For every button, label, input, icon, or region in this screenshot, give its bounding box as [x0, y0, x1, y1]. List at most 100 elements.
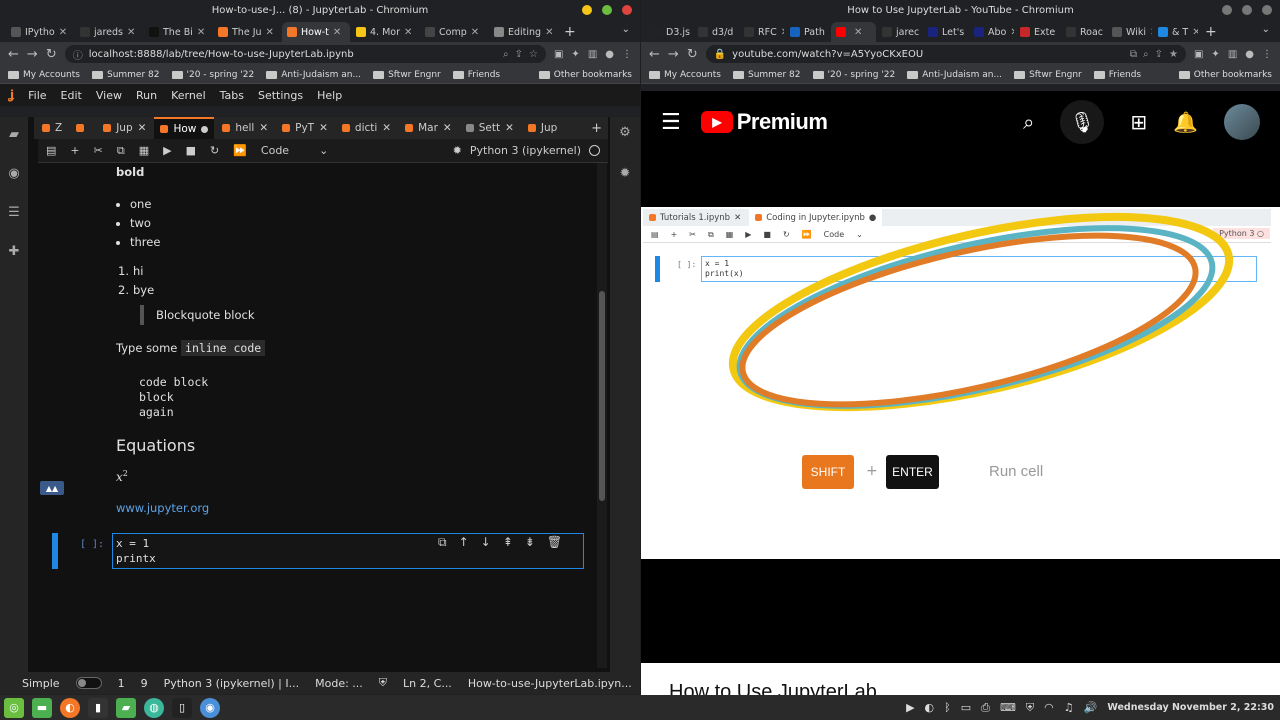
notifications-bell-icon[interactable]: 🔔 — [1173, 110, 1198, 134]
insert-above-icon[interactable]: ⇞ — [503, 535, 513, 550]
bookmark-folder[interactable]: Summer 82 — [732, 70, 801, 80]
hamburger-menu-icon[interactable]: ☰ — [661, 110, 681, 135]
new-tab-button[interactable]: + — [558, 22, 582, 42]
toc-icon[interactable]: ☰ — [8, 205, 20, 220]
wifi-icon[interactable]: ◠ — [1044, 701, 1054, 714]
browser-tab[interactable]: jareds ✕ — [75, 22, 143, 42]
tab-close-icon[interactable]: ✕ — [545, 27, 553, 38]
bookmark-folder[interactable]: Anti-Judaism an... — [907, 70, 1002, 80]
save-icon[interactable]: ▤ — [46, 144, 56, 157]
app-icon[interactable]: ◍ — [144, 697, 164, 718]
reload-icon[interactable]: ↻ — [687, 47, 698, 62]
puzzle-icon[interactable]: ✦ — [1211, 49, 1219, 60]
terminal-count[interactable]: 1 — [118, 677, 125, 690]
tab-close-icon[interactable]: ✕ — [1010, 27, 1014, 38]
sidepanel-icon[interactable]: ▥ — [1228, 49, 1237, 60]
keyboard-icon[interactable]: ⌨ — [1000, 701, 1016, 714]
bookmark-folder[interactable]: Friends — [1093, 70, 1141, 80]
browser-tab[interactable]: Editing ✕ — [489, 22, 557, 42]
tab-close-icon[interactable]: ✕ — [319, 122, 328, 134]
cell-type-select[interactable]: Code ⌄ — [261, 144, 328, 157]
notebook-scrollbar[interactable] — [597, 163, 607, 668]
search-icon[interactable]: ⌕ — [1023, 110, 1034, 134]
tab-close-icon[interactable]: ✕ — [505, 122, 514, 134]
forward-icon[interactable]: → — [27, 47, 38, 62]
collapse-badge[interactable]: ▲▲ — [40, 481, 64, 495]
tab-close-icon[interactable]: ✕ — [382, 122, 391, 134]
puzzle-icon[interactable]: ✦ — [571, 49, 579, 60]
battery-icon[interactable]: ▭ — [961, 701, 971, 714]
bookmark-folder[interactable]: Sftwr Engnr — [373, 70, 441, 80]
browser-tab[interactable]: & T ✕ — [1153, 22, 1198, 42]
menu-settings[interactable]: Settings — [258, 89, 303, 102]
bookmark-folder[interactable]: My Accounts — [8, 70, 80, 80]
bookmark-folder[interactable]: Anti-Judaism an... — [266, 70, 361, 80]
scrollbar-thumb[interactable] — [599, 291, 605, 501]
chromium-icon[interactable]: ◉ — [200, 697, 220, 718]
copy-icon[interactable]: ⧉ — [117, 144, 125, 158]
app-tray-icon[interactable]: ◐ — [925, 701, 935, 714]
firefox-icon[interactable]: ◐ — [60, 697, 80, 718]
browser-tab[interactable]: Roac ✕ — [1061, 22, 1106, 42]
youtube-logo[interactable]: ▶ Premium — [700, 109, 828, 135]
bookmark-folder[interactable]: '20 - spring '22 — [171, 70, 254, 80]
back-icon[interactable]: ← — [649, 47, 660, 62]
browser-tab[interactable]: Exte✕ — [1015, 22, 1060, 42]
tab-close-icon[interactable]: ✕ — [259, 122, 268, 134]
lock-icon[interactable]: 🔒 — [714, 49, 726, 60]
document-tab[interactable]: Mar ✕ — [399, 117, 458, 139]
clock[interactable]: Wednesday November 2, 22:30 — [1107, 702, 1274, 713]
delete-cell-icon[interactable]: 🗑 — [547, 535, 562, 550]
cut-icon[interactable]: ✂ — [94, 144, 103, 157]
kernel-indicator[interactable]: ✹ Python 3 (ipykernel) — [453, 144, 608, 157]
browser-tab[interactable]: Wiki ✕ — [1107, 22, 1152, 42]
add-launcher-button[interactable]: + — [591, 121, 608, 136]
browser-tab[interactable]: d3/d✕ — [693, 22, 738, 42]
kernel-status[interactable]: Python 3 (ipykernel) | I... — [164, 677, 300, 690]
paste-icon[interactable]: ▦ — [139, 144, 149, 157]
extension-manager-icon[interactable]: ✚ — [9, 244, 20, 259]
maximize-button[interactable] — [602, 5, 612, 15]
menu-edit[interactable]: Edit — [61, 89, 82, 102]
simple-mode-toggle[interactable] — [75, 677, 102, 689]
document-tab[interactable]: hell ✕ — [216, 117, 274, 139]
share-icon[interactable]: ⇪ — [515, 49, 523, 60]
document-tab[interactable]: Sett ✕ — [460, 117, 520, 139]
profile-icon[interactable]: ● — [605, 49, 614, 60]
browser-tab[interactable]: jarec✕ — [877, 22, 922, 42]
zoom-icon[interactable]: ⌕ — [503, 49, 509, 60]
jupyter-link[interactable]: www.jupyter.org — [116, 501, 209, 515]
document-tab[interactable]: Jup ✕ — [97, 117, 152, 139]
running-icon[interactable]: ◉ — [8, 166, 19, 181]
address-bar[interactable]: ⓘ localhost:8888/lab/tree/How-to-use-Jup… — [64, 45, 546, 63]
tab-search-icon[interactable]: ⌄ — [622, 24, 630, 35]
app-icon[interactable]: ▯ — [172, 697, 192, 718]
tab-close-icon[interactable]: ✕ — [781, 27, 784, 38]
shield-icon[interactable]: ⛨ — [1026, 701, 1034, 715]
tab-close-icon[interactable]: ✕ — [1059, 27, 1060, 38]
browser-tab[interactable]: Comp ✕ — [420, 22, 488, 42]
browser-tab[interactable]: How-t ✕ — [282, 22, 350, 42]
browser-tab[interactable]: Abo✕ — [969, 22, 1014, 42]
insert-below-icon[interactable]: ⇟ — [525, 535, 535, 550]
open-in-app-icon[interactable]: ⧉ — [1130, 49, 1137, 60]
folder-icon[interactable]: ▰ — [9, 127, 19, 142]
minimize-button[interactable] — [1222, 5, 1232, 15]
microphone-icon[interactable]: 🎙 — [1060, 100, 1105, 144]
move-up-icon[interactable]: ↑ — [459, 535, 469, 550]
duplicate-cell-icon[interactable]: ⧉ — [438, 535, 447, 550]
stop-icon[interactable]: ■ — [186, 144, 196, 157]
new-tab-button[interactable]: + — [1199, 22, 1223, 42]
tab-close-icon[interactable]: ✕ — [443, 122, 452, 134]
menu-help[interactable]: Help — [317, 89, 342, 102]
tab-close-icon[interactable]: ✕ — [138, 122, 147, 134]
tab-close-icon[interactable]: ✕ — [1192, 27, 1198, 38]
bookmark-folder[interactable]: Summer 82 — [91, 70, 160, 80]
browser-tab[interactable]: Let's✕ — [923, 22, 968, 42]
start-menu-icon[interactable]: ◎ — [4, 697, 24, 718]
bookmark-folder[interactable]: Friends — [452, 70, 500, 80]
tab-close-icon[interactable]: ✕ — [854, 27, 862, 38]
browser-tab[interactable]: D3.js✕ — [647, 22, 692, 42]
document-tab[interactable]: Z — [36, 117, 68, 139]
run-icon[interactable]: ▶ — [163, 144, 171, 157]
